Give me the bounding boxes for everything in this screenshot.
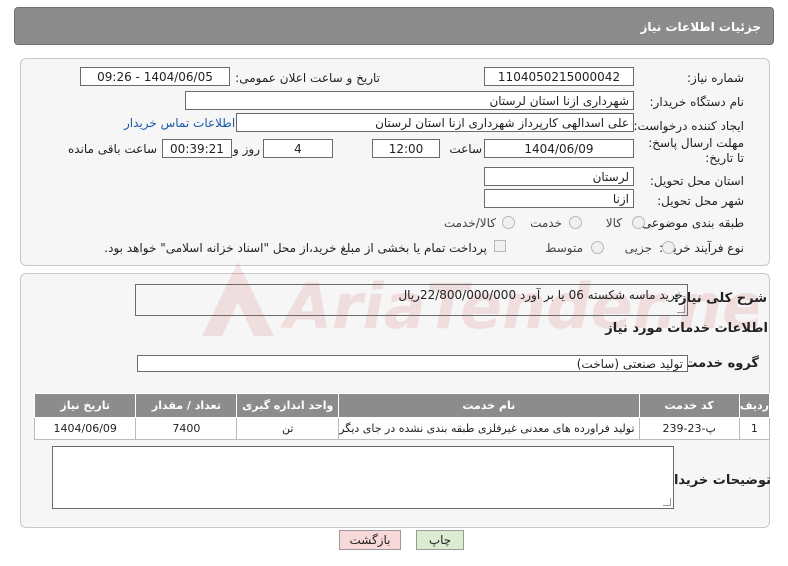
back-button[interactable]: بازگشت [339, 530, 401, 550]
city-field[interactable]: ازنا [484, 189, 634, 208]
remaining-time-field[interactable]: 00:39:21 [162, 139, 232, 158]
page-header: جزئیات اطلاعات نیاز [14, 7, 774, 45]
print-button[interactable]: چاپ [416, 530, 464, 550]
col-header-service-name: نام خدمت [338, 393, 640, 418]
resize-handle[interactable] [663, 498, 671, 506]
cell-row-number: 1 [738, 417, 771, 440]
services-table: ردیف کد خدمت نام خدمت واحد اندازه گیری ت… [33, 393, 771, 440]
category-radio-service[interactable] [569, 216, 582, 229]
need-number-field[interactable]: 1104050215000042 [484, 67, 634, 86]
page-title: جزئیات اطلاعات نیاز [640, 20, 761, 34]
col-header-quantity: تعداد / مقدار [135, 393, 238, 418]
days-label: روز و [233, 142, 260, 156]
buyer-org-label: نام دستگاه خریدار: [649, 95, 745, 109]
summary-field[interactable]: خرید ماسه شکسته 06 یا بر آورد 22/800/000… [135, 284, 688, 316]
service-group-label: گروه خدمت: [679, 356, 759, 371]
table-row[interactable]: 1 پ-23-239 تولید فراورده های معدنی غیرفل… [33, 417, 771, 440]
resize-handle[interactable] [677, 305, 685, 313]
services-section-title: اطلاعات خدمات مورد نیاز [605, 321, 768, 336]
category-radio-goods-service[interactable] [502, 216, 515, 229]
summary-text: خرید ماسه شکسته 06 یا بر آورد 22/800/000… [398, 288, 683, 302]
cell-unit: تن [236, 417, 340, 440]
category-option-goods: کالا [605, 216, 622, 230]
category-radio-goods[interactable] [632, 216, 645, 229]
announce-datetime-label: تاریخ و ساعت اعلان عمومی: [235, 71, 380, 85]
buyer-notes-label: توضیحات خریدار: [661, 473, 771, 488]
category-option-service: خدمت [530, 216, 562, 230]
province-field[interactable]: لرستان [484, 167, 634, 186]
col-header-unit: واحد اندازه گیری [236, 393, 340, 418]
need-number-label: شماره نیاز: [687, 71, 744, 85]
col-header-service-code: کد خدمت [638, 393, 740, 418]
buyer-contact-link[interactable]: اطلاعات تماس خریدار [124, 116, 235, 130]
col-header-need-date: تاریخ نیاز [33, 393, 137, 418]
announce-datetime-field[interactable]: 1404/06/05 - 09:26 [80, 67, 230, 86]
deadline-time-label: ساعت [449, 142, 482, 156]
creator-field[interactable]: علی اسدالهی کارپرداز شهرداری ازنا استان … [236, 113, 634, 132]
buyer-org-field[interactable]: شهرداری ازنا استان لرستان [185, 91, 634, 110]
cell-quantity: 7400 [135, 417, 238, 440]
col-header-row-number: ردیف [738, 393, 771, 418]
province-label: استان محل تحویل: [649, 174, 744, 188]
days-remaining-field[interactable]: 4 [263, 139, 333, 158]
buyer-notes-field[interactable] [52, 446, 674, 509]
city-label: شهر محل تحویل: [657, 194, 744, 208]
category-label: طبقه بندی موضوعی: [637, 216, 744, 230]
table-header-row: ردیف کد خدمت نام خدمت واحد اندازه گیری ت… [33, 393, 771, 418]
creator-label: ایجاد کننده درخواست: [633, 119, 744, 133]
cell-service-name: تولید فراورده های معدنی غیرفلزی طبقه بند… [338, 417, 640, 440]
service-group-field[interactable]: تولید صنعتی (ساخت) [137, 355, 688, 372]
category-option-goods-service: کالا/خدمت [443, 216, 496, 230]
deadline-date-field[interactable]: 1404/06/09 [484, 139, 634, 158]
cell-need-date: 1404/06/09 [33, 417, 137, 440]
remaining-time-label: ساعت باقی مانده [67, 142, 157, 156]
cell-service-code: پ-23-239 [638, 417, 740, 440]
deadline-time-field[interactable]: 12:00 [372, 139, 440, 158]
deadline-label: مهلت ارسال پاسخ: تا تاریخ: [648, 136, 744, 165]
